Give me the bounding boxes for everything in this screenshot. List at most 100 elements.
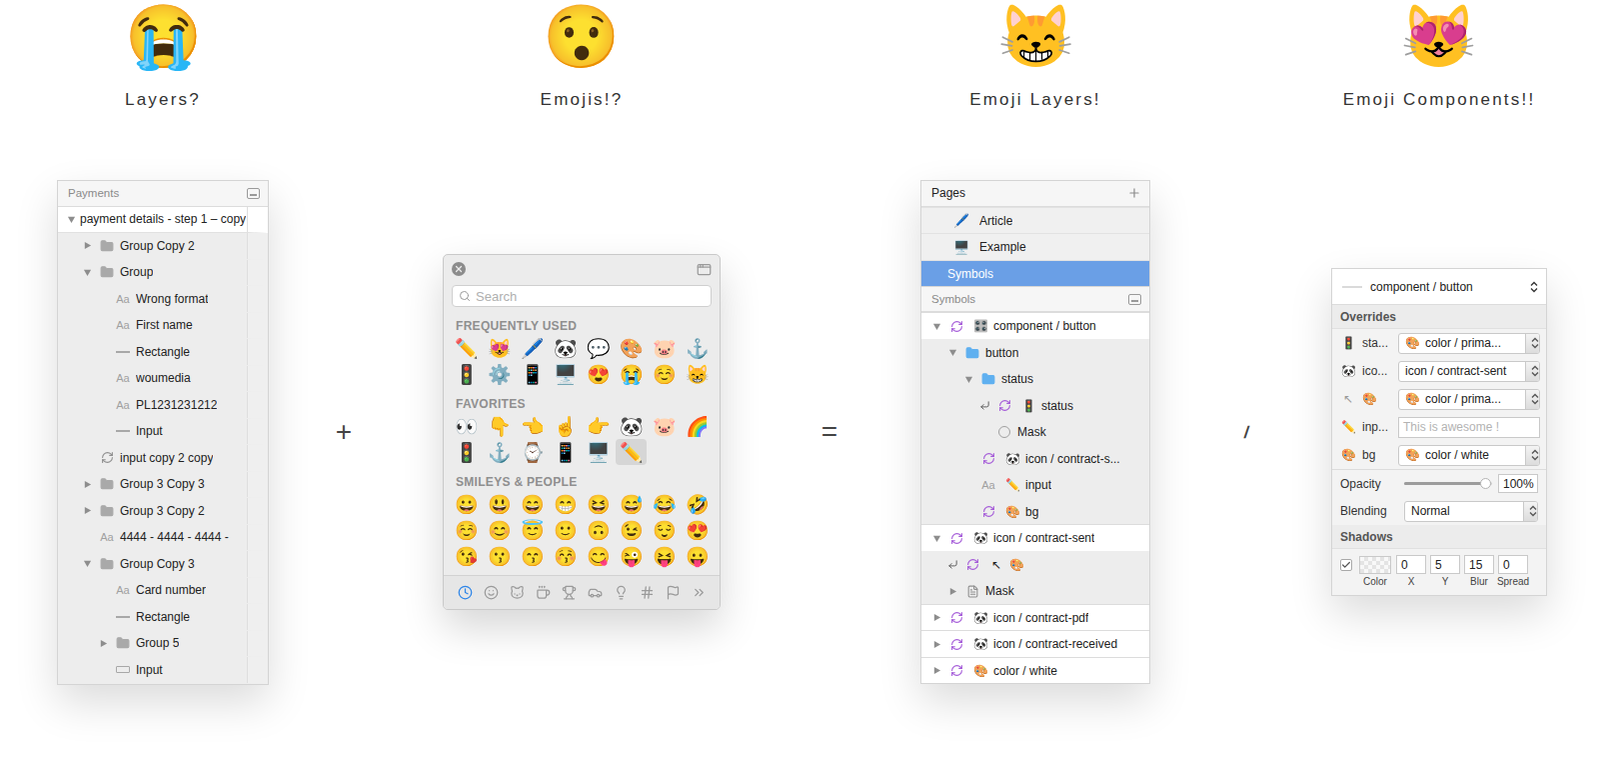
close-icon[interactable] — [453, 263, 464, 274]
emoji-button[interactable]: 🖥️ — [549, 360, 581, 387]
emoji-button[interactable]: 👀 — [450, 412, 482, 439]
layer-row[interactable]: Input — [57, 418, 268, 446]
symbol-layer-row[interactable]: Mask — [921, 576, 1150, 604]
emoji-button[interactable]: 😜 — [615, 542, 647, 569]
category-tab[interactable] — [531, 581, 554, 604]
emoji-button[interactable]: 🖥️ — [582, 438, 614, 465]
disclosure-triangle-icon[interactable] — [964, 374, 974, 384]
emoji-button[interactable]: 🙂 — [549, 516, 581, 543]
category-tab[interactable] — [453, 581, 476, 604]
shadow-field[interactable]: 15 — [1464, 554, 1495, 574]
layer-row[interactable]: Rectangle — [57, 603, 268, 631]
page-row[interactable]: 🖊️Article — [921, 206, 1150, 234]
emoji-button[interactable]: 😅 — [615, 490, 647, 517]
symbol-layer-row[interactable]: Aa✏️input — [921, 470, 1150, 498]
blending-select[interactable]: Normal — [1404, 500, 1539, 522]
disclosure[interactable] — [79, 558, 94, 568]
emoji-button[interactable]: 😇 — [516, 516, 548, 543]
select-stepper[interactable] — [1525, 361, 1540, 381]
slider-knob[interactable] — [1480, 477, 1492, 489]
layer-row[interactable]: Group 5 — [57, 630, 268, 658]
disclosure[interactable] — [79, 240, 94, 250]
symbol-layer-row[interactable]: 🎨color / white — [921, 656, 1150, 684]
category-tab[interactable] — [609, 581, 632, 604]
more-icon[interactable] — [691, 584, 707, 600]
override-input[interactable]: This is awesome ! — [1398, 416, 1541, 438]
emoji-button[interactable]: 🙃 — [582, 516, 614, 543]
disclosure[interactable] — [929, 321, 944, 331]
opacity-field[interactable]: 100% — [1498, 473, 1539, 493]
emoji-button[interactable]: 🐷 — [648, 412, 680, 439]
layer-row[interactable]: AaFirst name — [57, 312, 268, 340]
disclosure-triangle-icon[interactable] — [948, 586, 958, 596]
symbol-layer-row[interactable]: 🐼icon / contract-pdf — [921, 603, 1150, 631]
updown-icon[interactable] — [1531, 364, 1540, 377]
emoji-button[interactable]: 😋 — [582, 542, 614, 569]
emoji-button[interactable]: 👈 — [516, 412, 548, 439]
emoji-button[interactable]: 🚦 — [450, 360, 482, 387]
recent-icon[interactable] — [457, 584, 473, 600]
category-tab[interactable] — [583, 581, 606, 604]
emoji-button[interactable]: 🐷 — [648, 334, 680, 361]
layer-row[interactable]: Group — [57, 259, 268, 287]
add-page-icon[interactable] — [1127, 185, 1142, 200]
disclosure-triangle-icon[interactable] — [82, 240, 92, 250]
emoji-button[interactable]: 🐼 — [615, 412, 647, 439]
override-select[interactable]: 🎨color / prima... — [1398, 388, 1541, 410]
select-stepper[interactable] — [1523, 501, 1538, 521]
emoji-button[interactable]: 📱 — [516, 360, 548, 387]
smileys-icon[interactable] — [483, 584, 499, 600]
disclosure-triangle-icon[interactable] — [948, 347, 958, 357]
objects-icon[interactable] — [613, 584, 629, 600]
flags-icon[interactable] — [665, 584, 681, 600]
disclosure[interactable] — [95, 638, 110, 648]
category-tab[interactable] — [479, 581, 502, 604]
disclosure[interactable] — [929, 665, 944, 675]
override-select[interactable]: 🎨color / white — [1398, 444, 1541, 466]
disclosure[interactable] — [79, 479, 94, 489]
updown-icon[interactable] — [1529, 504, 1538, 517]
emoji-button[interactable]: 😍 — [582, 360, 614, 387]
shadow-color-swatch[interactable] — [1359, 555, 1392, 574]
emoji-button[interactable]: 😊 — [483, 516, 515, 543]
disclosure-triangle-icon[interactable] — [98, 638, 108, 648]
emoji-button[interactable]: 😗 — [483, 542, 515, 569]
symbol-layer-row[interactable]: Mask — [921, 417, 1150, 445]
emoji-button[interactable]: ⚓ — [681, 334, 713, 361]
layer-row[interactable]: input copy 2 copy — [57, 444, 268, 472]
shadow-field[interactable]: 0 — [1396, 554, 1427, 574]
layer-row[interactable]: AaWrong format — [57, 285, 268, 313]
close-button[interactable] — [451, 261, 466, 276]
emoji-button[interactable]: ⌚ — [516, 438, 548, 465]
travel-icon[interactable] — [587, 584, 603, 600]
category-tab[interactable] — [635, 581, 658, 604]
disclosure[interactable] — [79, 267, 94, 277]
symbol-layer-row[interactable]: 🚦status — [921, 391, 1150, 419]
category-tab[interactable] — [687, 581, 710, 604]
symbols-icon[interactable] — [639, 584, 655, 600]
layer-row[interactable]: Aawoumedia — [57, 365, 268, 393]
animals-icon[interactable] — [509, 584, 525, 600]
emoji-button[interactable]: 😌 — [648, 516, 680, 543]
select-stepper[interactable] — [1525, 333, 1540, 353]
emoji-button[interactable]: 😘 — [450, 542, 482, 569]
symbol-layer-row[interactable]: ↖🎨 — [921, 550, 1150, 578]
override-select[interactable]: 🎨color / prima... — [1398, 332, 1541, 354]
emoji-button[interactable]: 🌈 — [681, 412, 713, 439]
disclosure-triangle-icon[interactable] — [66, 214, 76, 224]
layer-row[interactable]: Group 3 Copy 3 — [57, 471, 268, 499]
category-tab[interactable] — [557, 581, 580, 604]
layer-row[interactable]: payment details - step 1 – copy — [57, 206, 268, 234]
disclosure-triangle-icon[interactable] — [932, 665, 942, 675]
symbol-layer-row[interactable]: 🎨bg — [921, 497, 1150, 525]
shadow-field[interactable]: 0 — [1498, 554, 1529, 574]
emoji-button[interactable]: 😀 — [450, 490, 482, 517]
symbol-layer-row[interactable]: 🎛️component / button — [921, 311, 1150, 339]
emoji-button[interactable]: ☝️ — [549, 412, 581, 439]
page-row[interactable]: 🖥️Example — [921, 232, 1150, 260]
layer-row[interactable]: Group Copy 3 — [57, 550, 268, 578]
emoji-button[interactable]: ⚙️ — [483, 360, 515, 387]
select-stepper[interactable] — [1525, 445, 1540, 465]
disclosure[interactable] — [929, 533, 944, 543]
emoji-button[interactable]: 😙 — [516, 542, 548, 569]
